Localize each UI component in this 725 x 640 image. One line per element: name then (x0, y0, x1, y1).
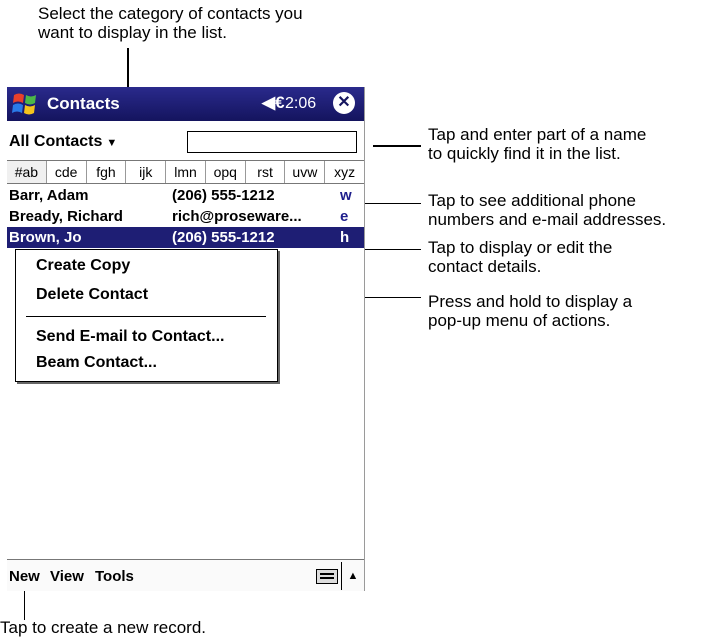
windows-start-icon[interactable] (11, 90, 39, 118)
alpha-tab[interactable]: cde (47, 161, 87, 183)
menu-item-beam-contact[interactable]: Beam Contact... (36, 354, 157, 372)
alpha-tab[interactable]: xyz (325, 161, 364, 183)
device-screen: Contacts ◀€ 2:06 ✕ All Contacts ▼ #ab cde… (7, 87, 365, 591)
callout-find: Tap and enter part of a name to quickly … (428, 125, 646, 163)
menu-item-send-email[interactable]: Send E-mail to Contact... (36, 328, 224, 346)
callout-line: Tap and enter part of a name (428, 125, 647, 144)
input-selector-arrow[interactable]: ▲ (341, 562, 364, 590)
title-bar: Contacts ◀€ 2:06 ✕ (7, 87, 364, 121)
contact-type-button[interactable]: w (340, 187, 352, 204)
find-input[interactable] (187, 131, 357, 153)
leader-line (373, 145, 421, 147)
alpha-tab[interactable]: rst (246, 161, 286, 183)
alphabet-tabs: #ab cde fgh ijk lmn opq rst uvw xyz (7, 160, 364, 184)
category-label: All Contacts (9, 133, 103, 150)
callout-line: want to display in the list. (38, 23, 227, 42)
callout-details: Tap to display or edit the contact detai… (428, 238, 612, 276)
alpha-tab[interactable]: uvw (285, 161, 326, 183)
callout-category: Select the category of contacts you want… (38, 4, 303, 42)
contact-row[interactable]: Barr, Adam (206) 555-1212 w (7, 185, 364, 206)
contact-value: rich@proseware... (172, 208, 302, 225)
callout-line: pop-up menu of actions. (428, 311, 611, 330)
category-bar: All Contacts ▼ (7, 127, 364, 157)
leader-line (358, 249, 421, 250)
contact-row-selected[interactable]: Brown, Jo (206) 555-1212 h (7, 227, 364, 248)
menu-item-delete-contact[interactable]: Delete Contact (36, 286, 148, 304)
menu-item-create-copy[interactable]: Create Copy (36, 257, 130, 275)
callout-line: to quickly find it in the list. (428, 144, 621, 163)
callout-line: numbers and e-mail addresses. (428, 210, 667, 229)
callout-line: Tap to see additional phone (428, 191, 636, 210)
contact-type-button[interactable]: h (340, 229, 349, 246)
leader-line (358, 203, 421, 204)
alpha-tab[interactable]: fgh (87, 161, 127, 183)
callout-line: Tap to create a new record. (0, 618, 207, 637)
contact-value: (206) 555-1212 (172, 229, 275, 246)
contact-row[interactable]: Bready, Richard rich@proseware... e (7, 206, 364, 227)
contact-list: Barr, Adam (206) 555-1212 w Bready, Rich… (7, 185, 364, 248)
callout-line: contact details. (428, 257, 542, 276)
clock[interactable]: 2:06 (285, 95, 316, 113)
contact-name: Bready, Richard (9, 208, 123, 225)
speaker-icon[interactable]: ◀€ (262, 93, 285, 113)
category-dropdown[interactable]: All Contacts ▼ (9, 133, 117, 151)
menu-divider (26, 316, 266, 317)
close-button[interactable]: ✕ (333, 92, 355, 114)
callout-line: Select the category of contacts you (38, 4, 303, 23)
alpha-tab[interactable]: lmn (166, 161, 206, 183)
bottom-menu-bar: New View Tools ▲ (7, 559, 364, 591)
alpha-tab[interactable]: #ab (7, 161, 47, 183)
contact-name: Brown, Jo (9, 229, 82, 246)
contact-name: Barr, Adam (9, 187, 89, 204)
callout-phone: Tap to see additional phone numbers and … (428, 191, 666, 229)
menu-tools[interactable]: Tools (95, 568, 134, 585)
callout-new: Tap to create a new record. (0, 618, 206, 637)
keyboard-icon[interactable] (316, 569, 338, 584)
menu-new[interactable]: New (9, 568, 40, 585)
callout-popup: Press and hold to display a pop-up menu … (428, 292, 632, 330)
callout-line: Tap to display or edit the (428, 238, 613, 257)
alpha-tab[interactable]: opq (206, 161, 246, 183)
alpha-tab[interactable]: ijk (126, 161, 167, 183)
chevron-down-icon: ▼ (106, 137, 118, 149)
callout-line: Press and hold to display a (428, 292, 633, 311)
app-title: Contacts (47, 94, 120, 113)
contact-type-button[interactable]: e (340, 208, 348, 225)
menu-view[interactable]: View (50, 568, 84, 585)
contact-value: (206) 555-1212 (172, 187, 275, 204)
popup-menu: Create Copy Delete Contact Send E-mail t… (15, 249, 278, 382)
